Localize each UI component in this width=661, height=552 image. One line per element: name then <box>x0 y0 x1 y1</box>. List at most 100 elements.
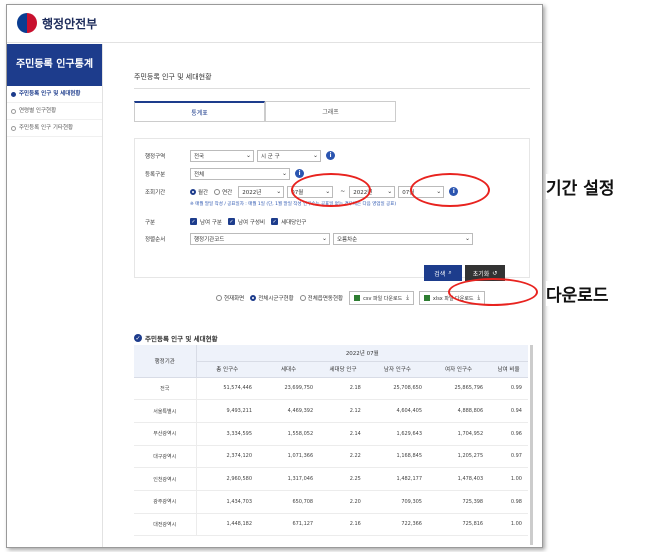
sigungu-select[interactable]: 시 군 구 ⌄ <box>257 149 321 162</box>
region-cell: 대전광역시 <box>134 513 197 537</box>
region-cell: 서울특별시 <box>134 399 197 423</box>
period-monthly-radio[interactable]: 월간 <box>190 188 208 196</box>
annotation-download: 다운로드 <box>546 281 609 306</box>
main-content: 주민등록 인구 및 세대현황 통계표 그래프 행정구역 전국 ⌄ 시 군 구 ⌄… <box>104 44 542 547</box>
table-scrollbar[interactable] <box>530 345 533 545</box>
scope-sigungu-radio[interactable]: 전체시군구현황 <box>250 294 294 302</box>
sidebar-item-other[interactable]: 주민등록 인구 기타현황 <box>7 120 102 137</box>
excel-icon <box>423 295 430 301</box>
region-cell: 광주광역시 <box>134 490 197 514</box>
title-divider <box>134 88 530 89</box>
scope-eupmyeon-label: 전체읍면동현황 <box>307 296 344 302</box>
sidebar-title: 주민등록 인구통계 <box>7 44 102 86</box>
table-row: 대전광역시 1,448,182 671,127 2.16 722,366 725,816 1… <box>134 513 528 537</box>
scope-current-radio[interactable]: 현재화면 <box>216 294 244 302</box>
tab-table[interactable]: 통계표 <box>134 101 265 122</box>
tab-bar: 통계표 그래프 <box>134 101 396 122</box>
value-cell: 1,482,177 <box>366 467 428 491</box>
chevron-down-icon: ⌄ <box>436 188 442 195</box>
tab-graph[interactable]: 그래프 <box>265 101 396 122</box>
check-circle-icon: ✓ <box>134 334 142 342</box>
radio-off-icon <box>214 188 221 195</box>
sort-order-select[interactable]: 오름차순 ⌄ <box>333 232 473 245</box>
gubun-row: 구분 ✓ 남여 구분 ✓ 남여 구성비 ✓ 세대당인구 <box>145 215 312 228</box>
reset-button[interactable]: 초기화 ↺ <box>465 265 505 281</box>
column-header: 여자 인구수 <box>428 361 490 378</box>
value-cell: 709,305 <box>366 490 428 514</box>
population-table: 행정기관 2022년 07월 총 인구수 세대수 세대당 인구 남자 인구수 여자 인구… <box>134 345 528 537</box>
info-icon[interactable]: i <box>295 169 304 178</box>
value-cell: 4,604,405 <box>366 399 428 423</box>
xlsx-download-button[interactable]: xlsx 파일 다운로드 ⤓ <box>418 291 486 305</box>
sidebar: 주민등록 인구통계 주민등록 인구 및 세대현황 연령별 인구현황 주민등록 인… <box>7 44 103 547</box>
value-cell: 2,960,580 <box>196 467 258 491</box>
logo[interactable]: 행정안전부 <box>17 13 97 33</box>
csv-download-button[interactable]: csv 파일 다운로드 ⤓ <box>349 291 414 305</box>
end-year-select[interactable]: 2022년 ⌄ <box>349 185 396 198</box>
column-header: 총 인구수 <box>196 361 258 378</box>
region-cell: 전국 <box>134 377 197 401</box>
value-cell: 2.12 <box>319 399 367 423</box>
chevron-down-icon: ⌄ <box>281 170 287 177</box>
xlsx-download-label: xlsx 파일 다운로드 <box>432 295 474 302</box>
household-checkbox[interactable]: ✓ 세대당인구 <box>271 218 306 226</box>
check-icon: ✓ <box>190 218 197 225</box>
start-year-select[interactable]: 2022년 ⌄ <box>238 185 285 198</box>
table-row: 서울특별시 9,493,211 4,469,392 2.12 4,604,405 4,88… <box>134 399 528 423</box>
search-button[interactable]: 검색 ⌕ <box>424 265 462 281</box>
chevron-down-icon: ⌄ <box>276 188 282 195</box>
sort-field-select[interactable]: 행정기관코드 ⌄ <box>190 232 330 245</box>
value-cell: 1,704,952 <box>428 422 490 446</box>
start-month-value: 07월 <box>291 189 304 196</box>
reg-type-select[interactable]: 전체 ⌄ <box>190 167 290 180</box>
chevron-down-icon: ⌄ <box>325 188 331 195</box>
value-cell: 2.20 <box>319 490 367 514</box>
end-year-value: 2022년 <box>353 189 373 196</box>
sigungu-value: 시 군 구 <box>261 153 280 160</box>
gender-checkbox[interactable]: ✓ 남여 구분 <box>190 218 222 226</box>
value-cell: 650,708 <box>258 490 320 514</box>
region-label: 행정구역 <box>145 153 166 160</box>
period-yearly-radio[interactable]: 연간 <box>214 188 232 196</box>
value-cell: 1,629,643 <box>366 422 428 446</box>
value-cell: 9,493,211 <box>196 399 258 423</box>
bullet-icon <box>11 125 16 131</box>
info-icon[interactable]: i <box>449 187 459 196</box>
info-icon[interactable]: i <box>326 151 335 160</box>
section-title-text: 주민등록 인구 및 세대현황 <box>145 335 218 343</box>
period-monthly-label: 월간 <box>198 189 209 196</box>
value-cell: 1,205,275 <box>428 445 490 469</box>
start-month-select[interactable]: 07월 ⌄ <box>287 185 334 198</box>
value-cell: 25,708,650 <box>366 377 428 401</box>
scope-current-label: 현재화면 <box>224 296 245 302</box>
value-cell: 725,398 <box>428 490 490 514</box>
radio-on-icon <box>250 295 257 301</box>
top-bar: 행정안전부 <box>7 5 542 43</box>
scope-eupmyeon-radio[interactable]: 전체읍면동현황 <box>299 294 344 302</box>
value-cell: 25,865,796 <box>428 377 490 401</box>
chevron-down-icon: ⌄ <box>321 235 327 242</box>
sidebar-item-population-household[interactable]: 주민등록 인구 및 세대현황 <box>7 86 102 103</box>
chevron-down-icon: ⌄ <box>387 188 393 195</box>
radio-off-icon <box>299 295 306 301</box>
sido-select[interactable]: 전국 ⌄ <box>190 149 254 162</box>
value-cell: 2,374,120 <box>196 445 258 469</box>
sidebar-item-age[interactable]: 연령별 인구현황 <box>7 103 102 120</box>
value-cell: 51,574,446 <box>196 377 258 401</box>
end-month-select[interactable]: 07월 ⌄ <box>398 185 445 198</box>
region-cell: 부산광역시 <box>134 422 197 446</box>
chevron-down-icon: ⌄ <box>312 152 318 159</box>
region-cell: 인천광역시 <box>134 467 197 491</box>
section-title: ✓ 주민등록 인구 및 세대현황 <box>134 333 218 343</box>
download-icon: ⤓ <box>406 294 409 301</box>
value-cell: 1,168,845 <box>366 445 428 469</box>
sido-value: 전국 <box>194 153 205 160</box>
ratio-checkbox[interactable]: ✓ 남여 구성비 <box>228 218 265 226</box>
value-cell: 0.96 <box>489 422 528 446</box>
bullet-icon <box>11 91 16 97</box>
check-icon: ✓ <box>271 218 279 225</box>
value-cell: 0.97 <box>489 445 528 469</box>
column-header: 남자 인구수 <box>366 361 428 378</box>
value-cell: 1,558,052 <box>258 422 320 446</box>
logo-text: 행정안전부 <box>42 16 98 31</box>
